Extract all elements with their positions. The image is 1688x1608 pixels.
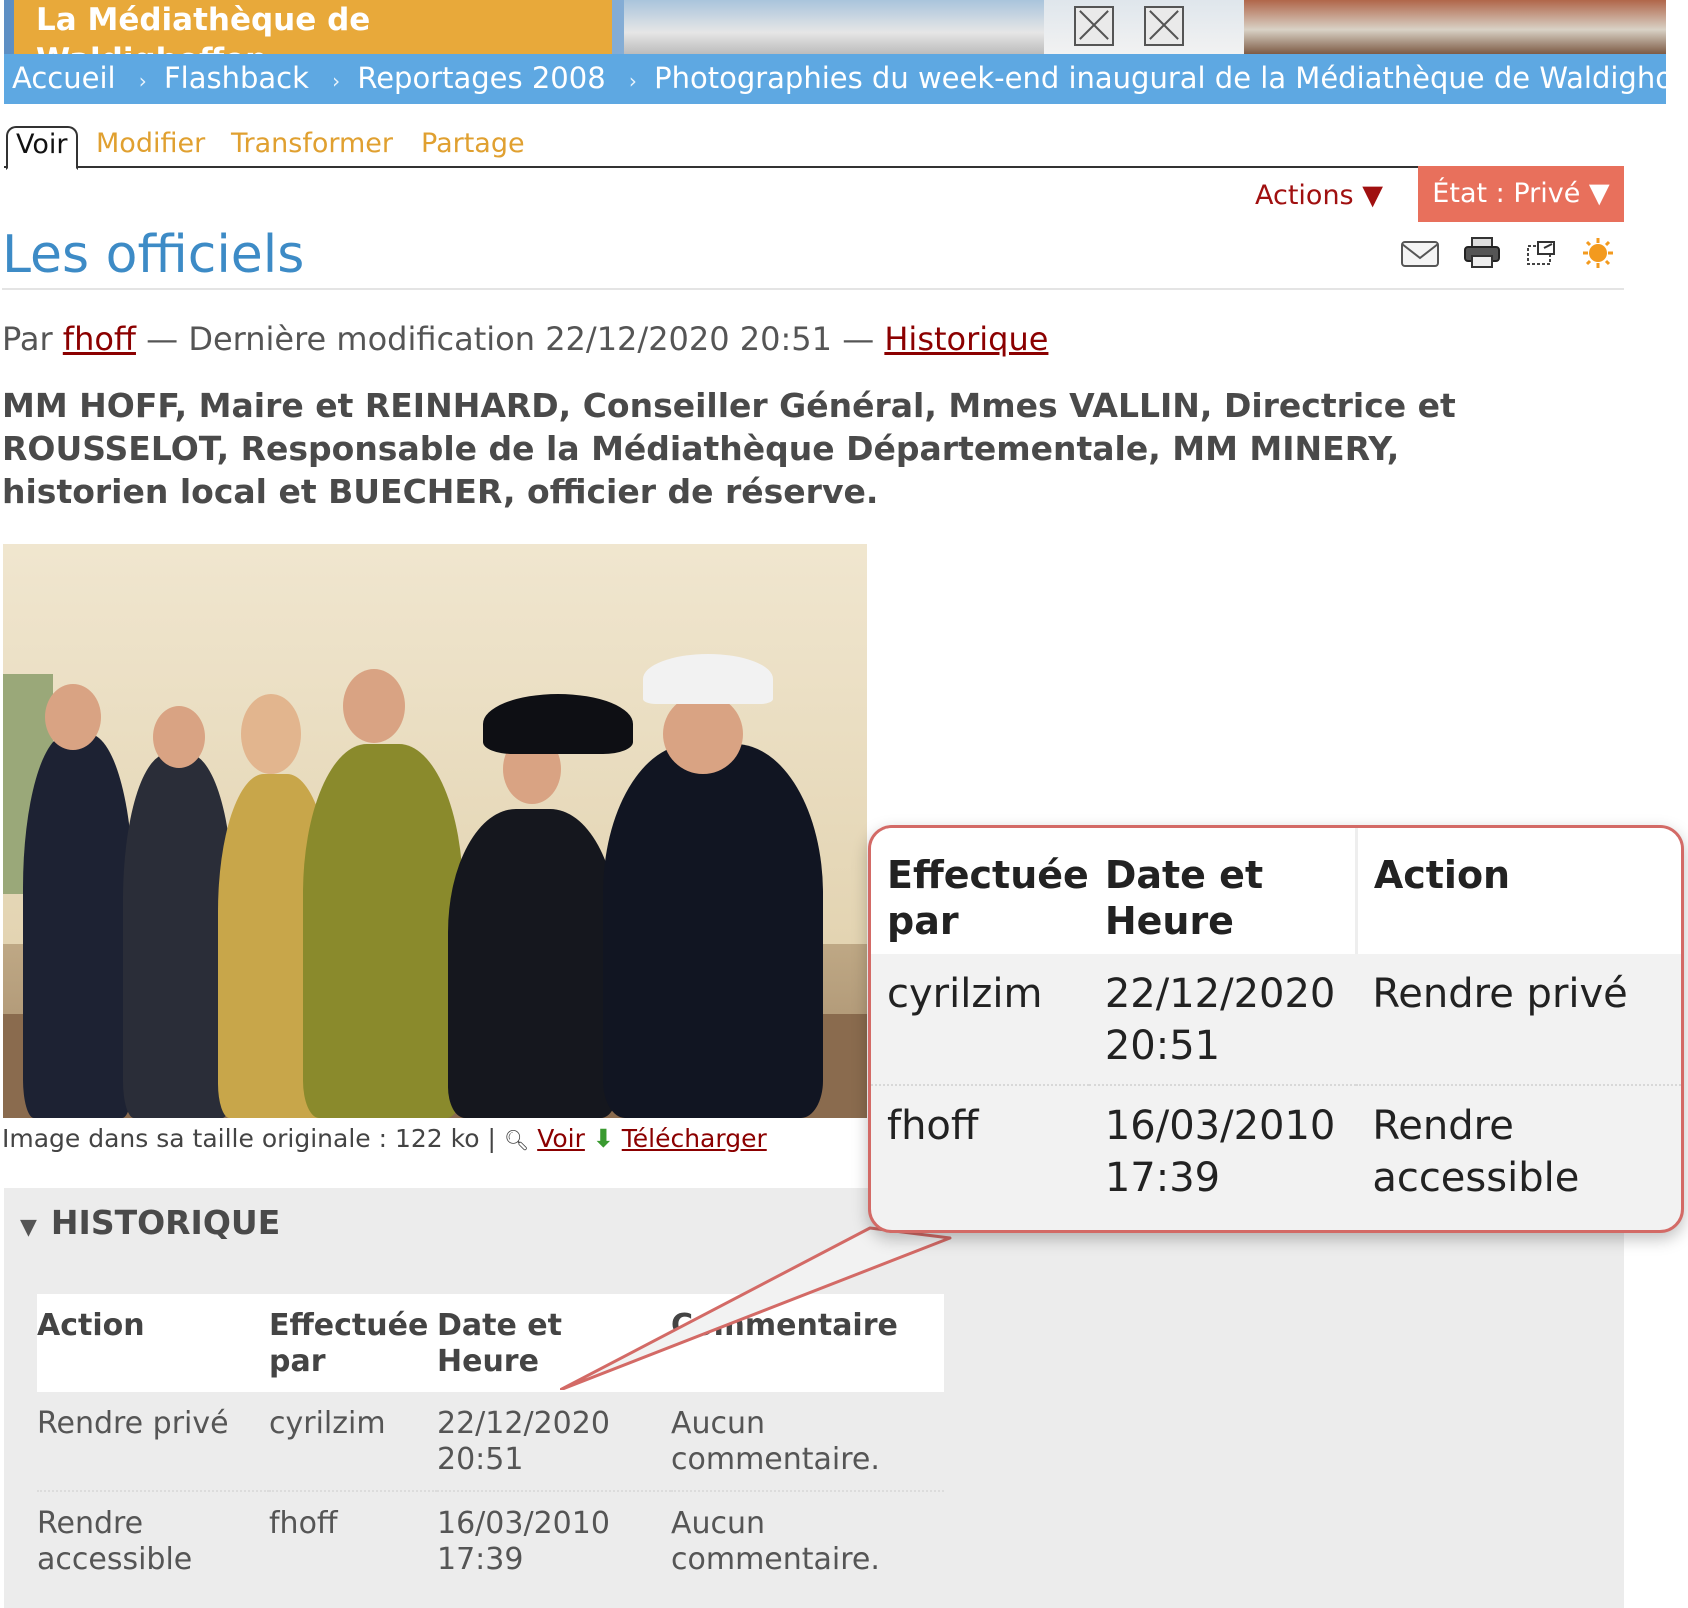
photo-person — [448, 809, 618, 1118]
title-divider — [2, 288, 1624, 290]
photo-person — [303, 744, 463, 1118]
history-action: Rendre privé — [37, 1392, 269, 1492]
zoom-callout: Effectuée par Date et Heure Action cyril… — [868, 825, 1684, 1233]
callout-date: 16/03/2010 — [1104, 1103, 1336, 1149]
callout-datetime: 16/03/2010 17:39 — [1089, 1085, 1357, 1216]
tab-partage[interactable]: Partage — [421, 127, 525, 161]
photo-bicorne-hat — [483, 694, 633, 754]
chevron-right-icon: › — [628, 69, 637, 93]
callout-date: 22/12/2020 — [1104, 971, 1336, 1017]
callout-column-header-by: Effectuée par — [871, 828, 1089, 954]
callout-column-header-date: Date et Heure — [1088, 828, 1357, 954]
photo-person-head — [241, 694, 301, 774]
callout-time: 20:51 — [1104, 1023, 1221, 1069]
callout-table-header: Effectuée par Date et Heure Action — [871, 828, 1681, 954]
banner-photo — [1244, 0, 1666, 54]
history-user[interactable]: fhoff — [269, 1491, 437, 1590]
document-byline: Par fhoff — Dernière modification 22/12/… — [2, 318, 1048, 360]
history-datetime: 22/12/2020 20:51 — [437, 1392, 671, 1492]
callout-datetime: 22/12/2020 20:51 — [1088, 954, 1357, 1086]
photo-person-head — [45, 684, 101, 750]
page-title: Les officiels — [2, 225, 305, 285]
modified-date: — Dernière modification 22/12/2020 20:51… — [146, 320, 875, 358]
banner-window — [1144, 6, 1184, 46]
callout-time: 17:39 — [1104, 1155, 1221, 1201]
table-row: Rendre privé cyrilzim 22/12/2020 20:51 Au… — [37, 1392, 944, 1492]
table-row: fhoff 16/03/2010 17:39 Rendre accessible — [871, 1085, 1681, 1216]
history-heading: HISTORIQUE — [50, 1203, 281, 1242]
author-link[interactable]: fhoff — [63, 320, 136, 358]
download-arrow-icon[interactable]: ⬇ — [593, 1124, 614, 1153]
photo-person-head — [343, 669, 405, 743]
view-tabs: Voir Modifier Transformer Partage — [4, 124, 1624, 170]
history-link[interactable]: Historique — [884, 320, 1048, 358]
rss-icon[interactable] — [1578, 236, 1618, 270]
byline-prefix: Par — [2, 320, 53, 358]
history-comment: Aucun commentaire. — [671, 1392, 944, 1492]
table-row: cyrilzim 22/12/2020 20:51 Rendre privé — [871, 954, 1681, 1086]
breadcrumb-item-current[interactable]: Photographies du week-end inaugural de l… — [654, 61, 1666, 95]
callout-history-table: Effectuée par Date et Heure Action cyril… — [871, 828, 1681, 1216]
envelope-icon[interactable] — [1400, 236, 1440, 270]
history-date: 16/03/2010 — [437, 1506, 610, 1541]
history-time: 20:51 — [437, 1442, 524, 1477]
state-menu[interactable]: État : Privé ▼ — [1418, 166, 1624, 222]
document-description: MM HOFF, Maire et REINHARD, Conseiller G… — [2, 386, 1456, 511]
tab-modifier[interactable]: Modifier — [96, 127, 205, 161]
view-image-link[interactable]: Voir — [537, 1124, 585, 1153]
photo-person-head — [663, 694, 743, 774]
tab-transformer[interactable]: Transformer — [231, 127, 393, 161]
fullscreen-icon[interactable] — [1522, 236, 1562, 270]
column-header-action: Action — [37, 1294, 269, 1392]
printer-icon[interactable] — [1462, 236, 1502, 270]
history-comment: Aucun commentaire. — [671, 1506, 880, 1577]
tab-voir[interactable]: Voir — [6, 126, 78, 170]
callout-user: fhoff — [887, 1103, 979, 1149]
photo-person-head — [153, 706, 205, 768]
column-header-by: Effectuée par — [269, 1294, 437, 1392]
photo-cap — [643, 654, 773, 704]
photo-person — [123, 754, 233, 1118]
download-image-link[interactable]: Télécharger — [622, 1124, 767, 1153]
banner-window — [1074, 6, 1114, 46]
history-toggle[interactable]: ▼ HISTORIQUE — [20, 1200, 280, 1251]
breadcrumb: Accueil › Flashback › Reportages 2008 › … — [4, 54, 1666, 104]
triangle-down-icon: ▼ — [20, 1215, 37, 1240]
banner-photo — [624, 0, 1044, 54]
magnifier-icon[interactable]: 🔍︎ — [504, 1128, 529, 1152]
history-user[interactable]: cyrilzim — [269, 1392, 437, 1492]
image-size-text: Image dans sa taille originale : 122 ko … — [2, 1124, 496, 1153]
chevron-right-icon: › — [138, 69, 147, 93]
breadcrumb-item-flashback[interactable]: Flashback — [164, 61, 309, 95]
document-photo[interactable] — [3, 544, 867, 1118]
history-time: 17:39 — [437, 1542, 524, 1577]
callout-action: Rendre accessible — [1372, 1103, 1580, 1201]
breadcrumb-item-reportages[interactable]: Reportages 2008 — [357, 61, 605, 95]
banner-photo — [1044, 0, 1244, 54]
actions-menu[interactable]: Actions ▼ — [1255, 178, 1383, 214]
callout-user: cyrilzim — [871, 954, 1089, 1086]
breadcrumb-item-home[interactable]: Accueil — [4, 61, 116, 95]
photo-person — [603, 744, 823, 1118]
photo-person — [23, 734, 133, 1118]
history-datetime: 16/03/2010 17:39 — [437, 1491, 671, 1590]
history-date: 22/12/2020 — [437, 1406, 610, 1441]
chevron-right-icon: › — [332, 69, 341, 93]
callout-action: Rendre privé — [1356, 954, 1681, 1086]
table-row: Rendre accessible fhoff 16/03/2010 17:39 … — [37, 1491, 944, 1590]
callout-column-header-action: Action — [1354, 828, 1681, 954]
site-name[interactable]: La Médiathèque de Waldighoffen — [14, 0, 612, 78]
history-action: Rendre accessible — [37, 1506, 193, 1577]
